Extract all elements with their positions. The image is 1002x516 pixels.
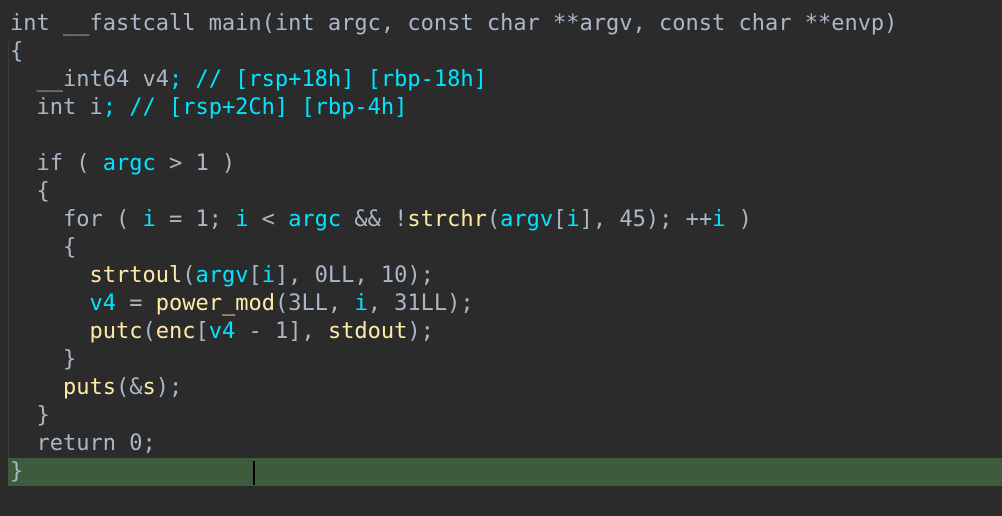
code-token: __int64 [10,67,143,92]
code-token: int [10,95,90,120]
code-token: } [10,347,77,372]
code-line[interactable]: } [0,346,1002,374]
code-line[interactable]: int __fastcall main(int argc, const char… [0,10,1002,38]
code-token: [ [553,207,567,232]
current-line-highlight [8,458,1002,486]
code-token: = [115,291,156,316]
code-token: if ( [10,151,103,176]
code-token: (3LL, [274,291,355,316]
code-token: v4 [89,291,116,316]
code-token: ( [486,207,501,232]
code-line-text: v4 = power_mod(3LL, i, 31LL); [10,290,474,318]
code-line[interactable]: { [0,38,1002,66]
code-token: i [354,291,368,316]
code-line[interactable]: { [0,178,1002,206]
code-line[interactable]: } [0,458,1002,486]
code-token: enc [155,319,196,344]
code-token: , 31LL); [367,291,474,316]
code-token: < [248,207,289,232]
code-token: i [235,207,249,232]
code-token: v4 [142,67,169,92]
code-line-text: strtoul(argv[i], 0LL, 10); [10,262,434,290]
code-token: for ( [10,207,143,232]
code-token: i [89,95,103,120]
code-token: { [10,179,50,204]
code-line[interactable]: { [0,234,1002,262]
code-token: { [10,235,77,260]
code-line[interactable]: strtoul(argv[i], 0LL, 10); [0,262,1002,290]
code-line-text: for ( i = 1; i < argc && !strchr(argv[i]… [10,206,752,234]
code-token: (& [115,375,143,400]
code-token: > 1 ) [155,151,236,176]
code-token: strtoul [89,263,183,288]
code-line-text: int i; // [rsp+2Ch] [rbp-4h] [10,94,407,122]
code-line-text: puts(&s); [10,374,182,402]
code-token: i [142,207,156,232]
code-token: ], 0LL, 10); [274,263,434,288]
code-token: s [142,375,156,400]
code-token: ) [725,207,752,232]
code-token: puts [62,375,116,400]
code-token: ], 45); ++ [579,207,713,232]
code-token: v4 [208,319,236,344]
code-token: - 1], [235,319,328,344]
code-token: } [10,459,24,484]
code-line[interactable]: return 0; [0,430,1002,458]
code-line-text: return 0; [10,430,156,458]
code-line[interactable] [0,122,1002,150]
code-token: argc [288,207,342,232]
code-line-text: { [10,38,23,66]
code-token: argc [102,151,156,176]
code-line-text: } [10,458,23,486]
code-line-text: __int64 v4; // [rsp+18h] [rbp-18h] [10,66,487,94]
code-line[interactable]: if ( argc > 1 ) [0,150,1002,178]
code-token: ; // [rsp+18h] [rbp-18h] [168,67,487,92]
code-token: && ! [341,207,408,232]
code-line-text: { [10,178,50,206]
code-token: [ [195,319,209,344]
code-token: { [10,39,24,64]
code-line-text: } [10,402,50,430]
code-token: i [566,207,580,232]
code-token: ( [142,319,156,344]
code-token: return 0; [10,431,156,456]
code-editor[interactable]: int __fastcall main(int argc, const char… [0,0,1002,516]
code-token: stdout [327,319,408,344]
code-token: ; // [rsp+2Ch] [rbp-4h] [102,95,408,120]
code-line[interactable]: puts(&s); [0,374,1002,402]
code-line[interactable]: } [0,402,1002,430]
code-token: i [712,207,726,232]
code-token: ); [155,375,183,400]
code-line[interactable]: for ( i = 1; i < argc && !strchr(argv[i]… [0,206,1002,234]
code-token: i [261,263,275,288]
code-line-text: { [10,234,76,262]
code-line[interactable]: __int64 v4; // [rsp+18h] [rbp-18h] [0,66,1002,94]
code-token: } [10,403,50,428]
code-token: argv [195,263,249,288]
code-token: int __fastcall main(int argc, const char… [10,11,898,36]
code-line[interactable]: int i; // [rsp+2Ch] [rbp-4h] [0,94,1002,122]
code-token: = 1; [155,207,236,232]
code-token: ( [182,263,196,288]
code-token: putc [89,319,143,344]
code-line-text: putc(enc[v4 - 1], stdout); [10,318,434,346]
code-line[interactable]: v4 = power_mod(3LL, i, 31LL); [0,290,1002,318]
text-cursor [253,461,255,485]
code-line-text: if ( argc > 1 ) [10,150,235,178]
code-token: [ [248,263,262,288]
code-line-text: int __fastcall main(int argc, const char… [10,10,897,38]
code-token: strchr [407,207,487,232]
code-token: argv [500,207,554,232]
code-line[interactable]: putc(enc[v4 - 1], stdout); [0,318,1002,346]
code-token: ); [407,319,434,344]
code-token: power_mod [155,291,275,316]
code-line-text: } [10,346,76,374]
